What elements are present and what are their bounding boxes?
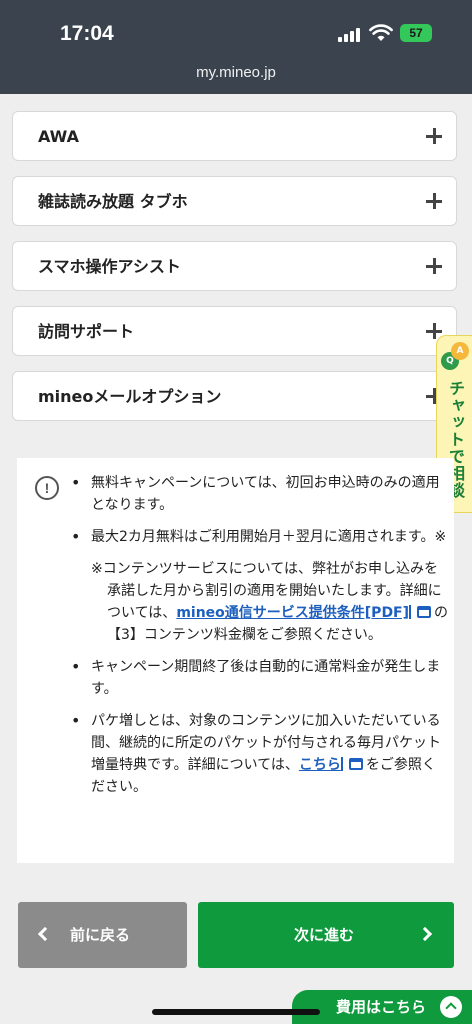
wifi-icon [369,24,393,41]
accordion-label: mineoメールオプション [38,387,222,406]
battery-icon: 57 [400,24,432,42]
status-bar: 17:04 57 my.mineo.jp [0,0,472,94]
accordion-item-smartphone-assist[interactable]: スマホ操作アシスト [12,241,457,291]
note-item: キャンペーン期間終了後は自動的に通常料金が発生します。 [69,656,449,700]
campaign-notes: ! 無料キャンペーンについては、初回お申込時のみの適用となります。 最大2カ月無… [17,458,454,863]
address-bar-url[interactable]: my.mineo.jp [0,64,472,81]
info-exclamation-icon: ! [35,476,59,500]
cellular-signal-icon [338,28,362,42]
plus-icon[interactable] [425,192,443,210]
back-button-label: 前に戻る [70,926,131,944]
chevron-up-icon [440,996,462,1018]
details-link[interactable]: こちら [299,757,341,773]
note-item: 最大2カ月無料はご利用開始月＋翌月に適用されます。※ ※コンテンツサービスについ… [69,526,449,646]
note-subnote: ※コンテンツサービスについては、弊社がお申し込みを承諾した月から割引の適用を開始… [91,561,449,643]
accordion-label: AWA [38,127,79,146]
accordion-label: 訪問サポート [38,322,135,341]
note-item: パケ増しとは、対象のコンテンツに加入いただいている間、継続的に所定のパケットが付… [69,710,449,798]
home-indicator[interactable] [152,1009,320,1015]
status-time: 17:04 [60,22,114,45]
service-terms-pdf-link[interactable]: mineo通信サービス提供条件[PDF] [176,605,409,621]
plus-icon[interactable] [425,127,443,145]
accordion-item-mail-option[interactable]: mineoメールオプション [12,371,457,421]
battery-level: 57 [409,26,423,40]
chevron-left-icon [37,926,53,942]
next-button[interactable]: 次に進む [198,902,454,968]
fee-info-tab[interactable]: 費用はこちら [292,990,472,1024]
chat-a-badge: A [451,342,469,360]
plus-icon[interactable] [425,257,443,275]
accordion-label: スマホ操作アシスト [38,257,181,276]
external-window-icon [417,606,432,618]
accordion-item-visit-support[interactable]: 訪問サポート [12,306,457,356]
notes-list: 無料キャンペーンについては、初回お申込時のみの適用となります。 最大2カ月無料は… [69,472,449,808]
accordion-item-awa[interactable]: AWA [12,111,457,161]
chat-qa-icon: Q A [441,342,469,370]
accordion-label: 雑誌読み放題 タブホ [38,192,188,211]
accordion-item-tabuho[interactable]: 雑誌読み放題 タブホ [12,176,457,226]
external-window-icon [348,758,363,770]
back-button[interactable]: 前に戻る [18,902,187,968]
note-item: 無料キャンペーンについては、初回お申込時のみの適用となります。 [69,472,449,516]
fee-tab-label: 費用はこちら [336,998,427,1016]
next-button-label: 次に進む [294,926,355,944]
chevron-right-icon [417,926,433,942]
